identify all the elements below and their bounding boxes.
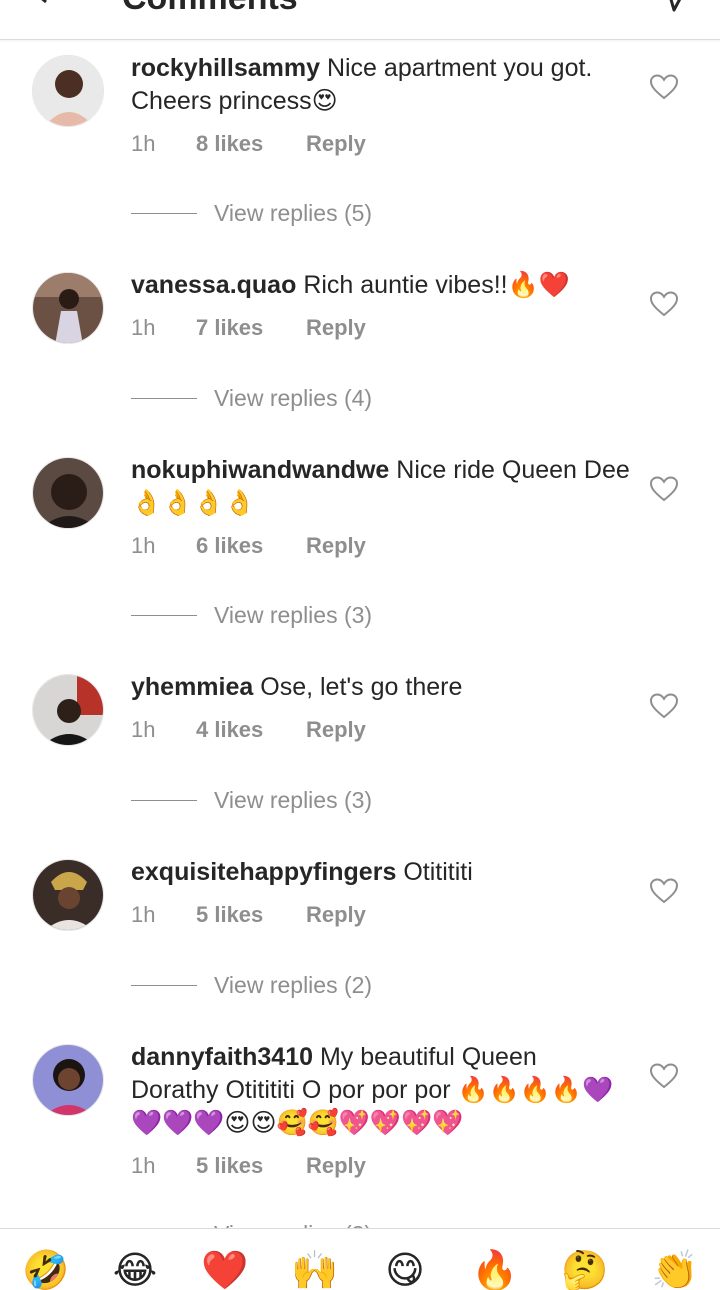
comment-time: 1h bbox=[131, 315, 156, 340]
view-replies-button[interactable]: View replies (5) bbox=[131, 198, 531, 228]
emoji-rofl-button[interactable]: 🤣 bbox=[22, 1249, 70, 1290]
like-heart-icon[interactable] bbox=[650, 476, 678, 502]
view-replies-label: View replies (3) bbox=[214, 1219, 372, 1228]
comment-likes[interactable]: 7 likes bbox=[196, 313, 263, 343]
like-heart-icon[interactable] bbox=[650, 693, 678, 719]
reply-button[interactable]: Reply bbox=[306, 900, 366, 930]
emoji-fire-button[interactable]: 🔥 bbox=[471, 1249, 519, 1290]
emoji-raised-hands-button[interactable]: 🙌 bbox=[291, 1249, 339, 1290]
reply-button[interactable]: Reply bbox=[306, 1151, 366, 1181]
comment-time: 1h bbox=[131, 533, 156, 558]
reply-button[interactable]: Reply bbox=[306, 715, 366, 745]
comment-time: 1h bbox=[131, 131, 156, 156]
page-title: Comments bbox=[122, 0, 298, 18]
avatar[interactable] bbox=[32, 859, 104, 931]
emoji-thinking-button[interactable]: 🤔 bbox=[561, 1249, 609, 1290]
avatar[interactable] bbox=[32, 272, 104, 344]
emoji-yum-button[interactable]: 😋 bbox=[381, 1249, 429, 1290]
comment-body: dannyfaith3410 My beautiful Queen Dorath… bbox=[131, 1041, 631, 1140]
comment-body: rockyhillsammy Nice apartment you got. C… bbox=[131, 52, 631, 118]
divider bbox=[131, 213, 197, 214]
view-replies-button[interactable]: View replies (2) bbox=[131, 970, 531, 1000]
view-replies-button[interactable]: View replies (4) bbox=[131, 383, 531, 413]
comment-body: vanessa.quao Rich auntie vibes!!🔥❤️ bbox=[131, 269, 631, 302]
back-arrow-icon[interactable] bbox=[24, 0, 64, 10]
divider bbox=[131, 800, 197, 801]
comment-username[interactable]: vanessa.quao bbox=[131, 271, 296, 299]
view-replies-label: View replies (5) bbox=[214, 200, 373, 226]
view-replies-button[interactable]: View replies (3) bbox=[131, 785, 531, 815]
like-heart-icon[interactable] bbox=[650, 291, 678, 317]
divider bbox=[131, 985, 197, 986]
view-replies-label: View replies (2) bbox=[214, 972, 373, 998]
like-heart-icon[interactable] bbox=[650, 878, 678, 904]
reply-button[interactable]: Reply bbox=[306, 129, 366, 159]
reply-button[interactable]: Reply bbox=[306, 313, 366, 343]
top-bar: Comments bbox=[0, 0, 720, 40]
view-replies-label: View replies (3) bbox=[214, 787, 373, 813]
comment-time: 1h bbox=[131, 902, 156, 927]
comment-username[interactable]: dannyfaith3410 bbox=[131, 1043, 313, 1071]
divider bbox=[131, 615, 197, 616]
avatar[interactable] bbox=[32, 1044, 104, 1116]
view-replies-button[interactable]: View replies (3) bbox=[131, 1219, 531, 1228]
like-heart-icon[interactable] bbox=[650, 1063, 678, 1089]
emoji-joy-button[interactable]: 😂 bbox=[111, 1249, 159, 1290]
emoji-reaction-bar: 🤣 😂 ❤️ 🙌 😋 🔥 🤔 👏 bbox=[0, 1228, 720, 1290]
avatar[interactable] bbox=[32, 55, 104, 127]
comment-body: yhemmiea Ose, let's go there bbox=[131, 671, 631, 704]
comment-likes[interactable]: 6 likes bbox=[196, 531, 263, 561]
comment-text: Ose, let's go there bbox=[260, 673, 463, 701]
emoji-heart-button[interactable]: ❤️ bbox=[201, 1249, 249, 1290]
comment-likes[interactable]: 5 likes bbox=[196, 900, 263, 930]
comment-likes[interactable]: 8 likes bbox=[196, 129, 263, 159]
comment-text: Rich auntie vibes!!🔥❤️ bbox=[303, 271, 570, 299]
comment-text: Otitititi bbox=[403, 858, 473, 886]
direct-message-icon[interactable] bbox=[654, 0, 694, 14]
comment-body: nokuphiwandwandwe Nice ride Queen Dee👌👌👌… bbox=[131, 454, 631, 520]
comment-username[interactable]: yhemmiea bbox=[131, 673, 253, 701]
like-heart-icon[interactable] bbox=[650, 74, 678, 100]
comment-list[interactable]: rockyhillsammy Nice apartment you got. C… bbox=[0, 40, 720, 1228]
reply-button[interactable]: Reply bbox=[306, 531, 366, 561]
view-replies-label: View replies (3) bbox=[214, 602, 373, 628]
divider bbox=[131, 398, 197, 399]
emoji-clap-button[interactable]: 👏 bbox=[651, 1249, 699, 1290]
comment-time: 1h bbox=[131, 1153, 156, 1178]
view-replies-label: View replies (4) bbox=[214, 385, 373, 411]
comment-username[interactable]: nokuphiwandwandwe bbox=[131, 456, 389, 484]
comment-likes[interactable]: 4 likes bbox=[196, 715, 263, 745]
comment-likes[interactable]: 5 likes bbox=[196, 1151, 263, 1181]
comment-time: 1h bbox=[131, 717, 156, 742]
avatar[interactable] bbox=[32, 457, 104, 529]
avatar[interactable] bbox=[32, 674, 104, 746]
comment-body: exquisitehappyfingers Otitititi bbox=[131, 856, 631, 889]
view-replies-button[interactable]: View replies (3) bbox=[131, 600, 531, 630]
comment-username[interactable]: rockyhillsammy bbox=[131, 54, 320, 82]
comment-username[interactable]: exquisitehappyfingers bbox=[131, 858, 396, 886]
